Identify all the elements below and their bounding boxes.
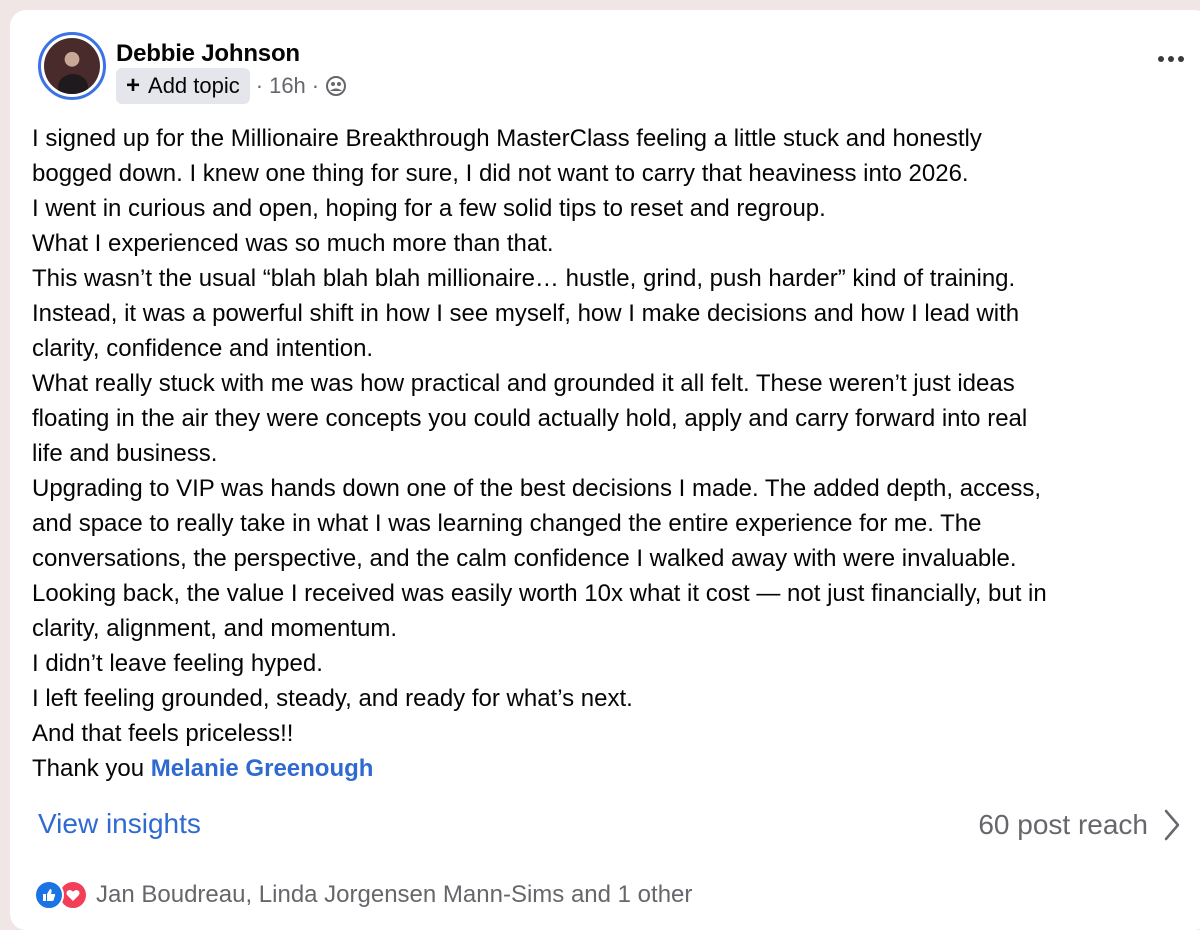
post-line: What I experienced was so much more than… (32, 230, 554, 257)
post-line: Instead, it was a powerful shift in how … (32, 300, 1020, 327)
post-line: I left feeling grounded, steady, and rea… (32, 685, 633, 712)
mention-link[interactable]: Melanie Greenough (151, 755, 374, 782)
post-line: Looking back, the value I received was e… (32, 580, 1047, 607)
post-line: clarity, alignment, and momentum. (32, 615, 398, 642)
add-topic-label: Add topic (148, 73, 240, 98)
post-line: What really stuck with me was how practi… (32, 370, 1015, 397)
post-line: This wasn’t the usual “blah blah blah mi… (32, 265, 1016, 292)
post-line: life and business. (32, 440, 218, 467)
post-reach[interactable]: 60 post reach (978, 808, 1182, 842)
avatar-photo (44, 38, 100, 94)
meta-separator: · (311, 73, 320, 98)
post-reach-label: 60 post reach (978, 809, 1148, 840)
post-line: floating in the air they were concepts y… (32, 405, 1028, 432)
post-meta: + Add topic · 16h · (116, 68, 347, 104)
plus-icon: + (126, 72, 141, 99)
dot-icon (1168, 56, 1174, 62)
post-line: Upgrading to VIP was hands down one of t… (32, 475, 1042, 502)
more-options-button[interactable] (1158, 56, 1184, 62)
meta-separator: · (255, 73, 264, 98)
dot-icon (1178, 56, 1184, 62)
reactions-summary[interactable]: Jan Boudreau, Linda Jorgensen Mann-Sims … (34, 880, 692, 910)
dot-icon (1158, 56, 1164, 62)
post-time[interactable]: 16h (269, 73, 306, 99)
post-line: clarity, confidence and intention. (32, 335, 374, 362)
post-line: I went in curious and open, hoping for a… (32, 195, 826, 222)
reaction-icons (34, 880, 88, 910)
post-text: I signed up for the Millionaire Breakthr… (32, 121, 1182, 786)
post-thanks-line: Thank you Melanie Greenough (32, 751, 1182, 786)
reactions-text: Jan Boudreau, Linda Jorgensen Mann-Sims … (96, 881, 693, 908)
author-name[interactable]: Debbie Johnson (116, 40, 300, 68)
add-topic-button[interactable]: + Add topic (116, 68, 250, 104)
post-line: I didn’t leave feeling hyped. (32, 650, 323, 677)
group-audience-icon[interactable] (325, 75, 347, 97)
thanks-prefix: Thank you (32, 755, 151, 782)
chevron-right-icon (1164, 809, 1180, 841)
view-insights-link[interactable]: View insights (38, 808, 201, 840)
post-line: bogged down. I knew one thing for sure, … (32, 160, 969, 187)
like-icon (34, 880, 64, 910)
post-line: and space to really take in what I was l… (32, 510, 982, 537)
author-avatar[interactable] (38, 32, 106, 100)
post-card: Debbie Johnson + Add topic · 16h · I sig… (10, 10, 1200, 930)
post-line: conversations, the perspective, and the … (32, 545, 1017, 572)
post-line: And that feels priceless!! (32, 720, 294, 747)
post-line: I signed up for the Millionaire Breakthr… (32, 125, 982, 152)
